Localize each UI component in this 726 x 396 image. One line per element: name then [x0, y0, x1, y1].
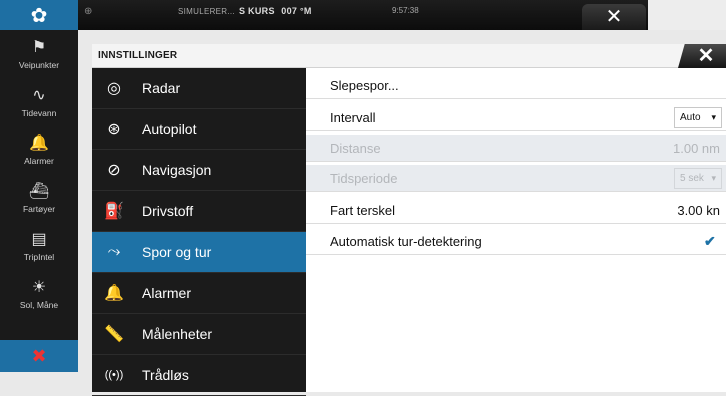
- chevron-down-icon: ▾: [711, 112, 716, 122]
- chevron-down-icon: ▾: [711, 173, 716, 183]
- category-autopilot[interactable]: ⊛ Autopilot: [92, 109, 306, 150]
- row-distanse: Distanse 1.00 nm: [306, 135, 726, 162]
- sidebar-item-sol-mane[interactable]: ☀ Sol, Måne: [0, 276, 78, 324]
- row-label: Intervall: [330, 110, 376, 125]
- category-tradlos[interactable]: ((•)) Trådløs: [92, 355, 306, 396]
- settings-button[interactable]: ✿: [0, 0, 78, 30]
- category-list: ◎ Radar ⊛ Autopilot ⊘ Navigasjon ⛽ Drivstoff…: [92, 68, 306, 396]
- row-label: Tidsperiode: [330, 171, 398, 186]
- category-malenheter[interactable]: 📏 Målenheter: [92, 314, 306, 355]
- status-strip: [0, 0, 648, 30]
- row-label: Slepespor...: [330, 78, 399, 93]
- bell-icon: 🔔: [29, 135, 49, 152]
- dialog-title: INNSTILLINGER: [98, 50, 178, 61]
- clock: 9:57:38: [392, 6, 419, 15]
- course-label: S KURS: [238, 6, 275, 16]
- settings-content: Slepespor... Intervall Auto ▾ Distanse 1.…: [306, 68, 726, 392]
- category-navigasjon[interactable]: ⊘ Navigasjon: [92, 150, 306, 191]
- wireless-icon: ((•)): [104, 369, 124, 381]
- category-spor-og-tur[interactable]: ⤳ Spor og tur: [92, 232, 306, 273]
- sidebar-item-veipunkter[interactable]: ⚑ Veipunkter: [0, 36, 78, 84]
- sidebar-close-button[interactable]: ✖: [0, 340, 78, 372]
- sidebar: ⚑ Veipunkter ∿ Tidevann 🔔 Alarmer ⛴ Fartøyer…: [0, 30, 78, 372]
- course-value: 007 °M: [281, 6, 312, 16]
- row-slepespor[interactable]: Slepespor...: [306, 72, 726, 99]
- sidebar-item-alarmer[interactable]: 🔔 Alarmer: [0, 132, 78, 180]
- intervall-dropdown[interactable]: Auto ▾: [674, 107, 722, 128]
- dialog-close-button[interactable]: ✕: [678, 44, 726, 68]
- close-icon: ✕: [697, 45, 715, 67]
- category-alarmer[interactable]: 🔔 Alarmer: [92, 273, 306, 314]
- sidebar-item-fartoyer[interactable]: ⛴ Fartøyer: [0, 180, 78, 228]
- fart-terskel-value: 3.00 kn: [677, 203, 720, 218]
- row-label: Automatisk tur-detektering: [330, 234, 482, 249]
- close-icon: ✕: [605, 6, 623, 28]
- row-tidsperiode: Tidsperiode 5 sek ▾: [306, 165, 726, 192]
- radar-icon: ◎: [107, 80, 121, 97]
- fuel-icon: ⛽: [104, 203, 124, 220]
- settings-dialog: INNSTILLINGER ✕ ◎ Radar ⊛ Autopilot ⊘ Navig…: [92, 44, 726, 396]
- row-intervall: Intervall Auto ▾: [306, 104, 726, 131]
- bell-icon: 🔔: [104, 285, 124, 302]
- row-automatisk-tur-detektering[interactable]: Automatisk tur-detektering ✔: [306, 228, 726, 255]
- sidebar-item-tripintel[interactable]: ▤ TripIntel: [0, 228, 78, 276]
- track-icon: ⤳: [107, 243, 121, 260]
- checkmark-icon[interactable]: ✔: [704, 234, 718, 248]
- flag-icon: ⚑: [31, 39, 47, 56]
- background-close-button[interactable]: ✕: [582, 4, 646, 30]
- row-label: Fart terskel: [330, 203, 396, 218]
- compass-icon: ⊘: [107, 162, 121, 179]
- status-text: SIMULERER... S KURS 007 °M: [178, 6, 312, 16]
- ruler-icon: 📏: [104, 326, 124, 343]
- row-label: Distanse: [330, 141, 381, 156]
- vessel-icon: ⛴: [28, 183, 50, 200]
- globe-icon: ⊕: [84, 6, 93, 17]
- sun-icon: ☀: [31, 279, 47, 296]
- category-radar[interactable]: ◎ Radar: [92, 68, 306, 109]
- distanse-value: 1.00 nm: [673, 141, 720, 156]
- top-bar: ✿ ⊕ SIMULERER... S KURS 007 °M 9:57:38 ✕: [0, 0, 726, 30]
- sidebar-item-tidevann[interactable]: ∿ Tidevann: [0, 84, 78, 132]
- category-drivstoff[interactable]: ⛽ Drivstoff: [92, 191, 306, 232]
- tidsperiode-dropdown: 5 sek ▾: [674, 168, 722, 189]
- dialog-header: INNSTILLINGER: [92, 44, 726, 68]
- steering-wheel-icon: ⊛: [107, 121, 121, 138]
- close-icon: ✖: [31, 346, 47, 366]
- wave-icon: ∿: [32, 87, 46, 104]
- row-fart-terskel[interactable]: Fart terskel 3.00 kn: [306, 197, 726, 224]
- gear-icon: ✿: [30, 4, 48, 27]
- trip-icon: ▤: [31, 231, 47, 248]
